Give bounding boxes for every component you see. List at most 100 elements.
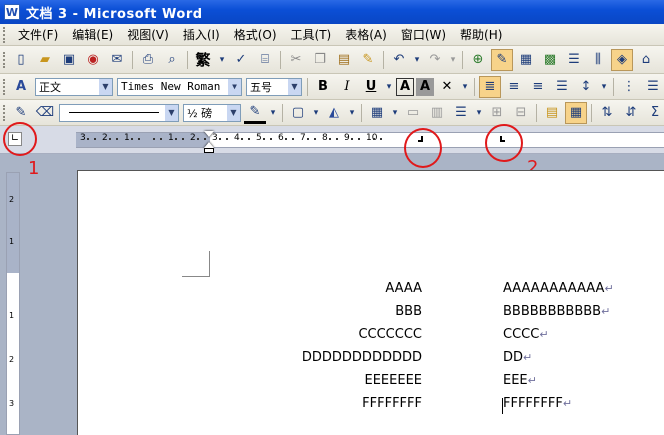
right-aligned-text[interactable]: BBB (395, 304, 422, 319)
line-style-dropdown[interactable]: ▼ (59, 103, 179, 122)
menu-format[interactable]: 格式(O) (227, 25, 284, 45)
table-autoformat-icon[interactable]: ▤ (541, 102, 563, 124)
left-aligned-text[interactable]: EEE↵ (503, 373, 537, 388)
border-color-dropdown-icon[interactable]: ▾ (268, 102, 278, 124)
shading-color-icon[interactable]: ◭ (323, 102, 345, 124)
document-page[interactable]: AAAA AAAAAAAAAAA↵ BBB BBBBBBBBBBB↵ CCCCC… (77, 170, 664, 435)
char-scale-dropdown-icon[interactable]: ▾ (460, 76, 470, 98)
line-spacing-icon[interactable]: ↕ (575, 76, 597, 98)
chevron-down-icon[interactable]: ▼ (99, 78, 112, 95)
bullets-icon[interactable]: ☰ (642, 76, 664, 98)
paste-icon[interactable]: ▤ (333, 49, 355, 71)
menu-window[interactable]: 窗口(W) (394, 25, 453, 45)
toolbar-grip[interactable] (3, 104, 5, 121)
distribute-columns-icon[interactable]: ⊟ (510, 102, 532, 124)
right-aligned-text[interactable]: FFFFFFFF (362, 396, 422, 411)
insert-table-icon[interactable]: ▦ (515, 49, 537, 71)
right-aligned-text[interactable]: DDDDDDDDDDDD (302, 350, 422, 365)
left-aligned-text[interactable]: AAAAAAAAAAA↵ (503, 281, 614, 296)
sort-ascending-icon[interactable]: ⇅ (596, 102, 618, 124)
print-icon[interactable]: ⎙ (137, 49, 159, 71)
distributed-align-icon[interactable]: ☰ (551, 76, 573, 98)
drawing-icon[interactable]: ⫼ (587, 49, 609, 71)
show-gridlines-icon[interactable]: ▦ (565, 101, 587, 124)
underline-button[interactable]: U (360, 76, 382, 98)
chevron-down-icon[interactable]: ▼ (227, 104, 240, 121)
toolbar-grip[interactable] (3, 78, 5, 95)
redo-dropdown-icon[interactable]: ▾ (448, 49, 458, 71)
document-map-icon[interactable]: ◈ (611, 48, 633, 71)
word-app-icon[interactable]: W (4, 4, 20, 20)
left-aligned-text[interactable]: DD↵ (503, 350, 532, 365)
char-border-button[interactable]: A (396, 77, 414, 96)
distribute-rows-icon[interactable]: ⊞ (486, 102, 508, 124)
format-painter-icon[interactable]: ✎ (357, 49, 379, 71)
horizontal-ruler[interactable]: 3 2 1 1 2 3 4 5 6 7 8 9 10 (0, 126, 664, 154)
chevron-down-icon[interactable]: ▼ (228, 78, 241, 95)
open-folder-icon[interactable]: ▰ (34, 49, 56, 71)
autosum-icon[interactable]: Σ (644, 102, 664, 124)
bold-button[interactable]: B (312, 76, 334, 98)
merge-cells-icon[interactable]: ▭ (402, 102, 424, 124)
char-shading-button[interactable]: A (416, 77, 434, 96)
draw-table-icon[interactable]: ✎ (10, 102, 32, 124)
menu-edit[interactable]: 编辑(E) (65, 25, 120, 45)
columns-icon[interactable]: ☰ (563, 49, 585, 71)
new-document-icon[interactable]: ▯ (10, 49, 32, 71)
show-hide-icon[interactable]: ⌂ (635, 49, 657, 71)
justify-button[interactable]: ≣ (479, 75, 501, 98)
left-aligned-text[interactable]: BBBBBBBBBBB↵ (503, 304, 610, 319)
chevron-down-icon[interactable]: ▼ (165, 104, 178, 121)
align-right-icon[interactable]: ≡ (527, 76, 549, 98)
print-preview-icon[interactable]: ⌕ (161, 49, 183, 71)
copy-icon[interactable]: ❐ (309, 49, 331, 71)
undo-dropdown-icon[interactable]: ▾ (412, 49, 422, 71)
font-dropdown[interactable]: Times New Roman ▼ (117, 77, 242, 96)
align-cell-dropdown-icon[interactable]: ▾ (474, 102, 484, 124)
redo-icon[interactable]: ↷ (424, 49, 446, 71)
vertical-ruler[interactable]: 2 1 1 2 3 (6, 172, 20, 435)
cut-icon[interactable]: ✂ (285, 49, 307, 71)
paragraph-marks-icon[interactable]: ¶ (659, 49, 664, 71)
research-icon[interactable]: ⌸ (254, 49, 276, 71)
italic-button[interactable]: I (336, 76, 358, 98)
border-color-icon[interactable]: ✎ (244, 102, 266, 124)
right-aligned-text[interactable]: CCCCCCC (358, 327, 422, 342)
menu-view[interactable]: 视图(V) (120, 25, 176, 45)
outside-border-icon[interactable]: ▢ (287, 102, 309, 124)
style-dropdown[interactable]: 正文 ▼ (35, 77, 113, 96)
chevron-down-icon[interactable]: ▼ (288, 78, 301, 95)
toolbar-grip[interactable] (3, 51, 5, 68)
insert-table-button-icon[interactable]: ▦ (366, 102, 388, 124)
toolbar-grip[interactable] (3, 26, 7, 43)
insert-excel-icon[interactable]: ▩ (539, 49, 561, 71)
border-dropdown-icon[interactable]: ▾ (311, 102, 321, 124)
eraser-icon[interactable]: ⌫ (34, 102, 56, 124)
menu-insert[interactable]: 插入(I) (176, 25, 227, 45)
hyperlink-icon[interactable]: ⊕ (467, 49, 489, 71)
align-center-icon[interactable]: ≡ (503, 76, 525, 98)
styles-pane-icon[interactable]: A (10, 76, 32, 98)
right-aligned-text[interactable]: AAAA (385, 281, 422, 296)
menu-table[interactable]: 表格(A) (338, 25, 394, 45)
left-indent-marker[interactable] (204, 148, 214, 153)
email-icon[interactable]: ✉ (106, 49, 128, 71)
font-size-dropdown[interactable]: 五号 ▼ (246, 77, 302, 96)
left-aligned-text[interactable]: CCCC↵ (503, 327, 549, 342)
right-aligned-text[interactable]: EEEEEEE (365, 373, 423, 388)
menu-tools[interactable]: 工具(T) (284, 25, 339, 45)
menu-help[interactable]: 帮助(H) (453, 25, 509, 45)
sort-descending-icon[interactable]: ⇵ (620, 102, 642, 124)
menu-file[interactable]: 文件(F) (11, 25, 65, 45)
shading-dropdown-icon[interactable]: ▾ (347, 102, 357, 124)
tables-borders-icon[interactable]: ✎ (491, 48, 513, 71)
align-cell-icon[interactable]: ☰ (450, 102, 472, 124)
underline-dropdown-icon[interactable]: ▾ (384, 76, 394, 98)
spelling-icon[interactable]: ▾ (216, 49, 228, 71)
spell-check-icon[interactable]: ✓ (230, 49, 252, 71)
permission-icon[interactable]: ◉ (82, 49, 104, 71)
insert-table-dropdown-icon[interactable]: ▾ (390, 102, 400, 124)
line-weight-dropdown[interactable]: ½ 磅 ▼ (183, 103, 241, 122)
line-spacing-dropdown-icon[interactable]: ▾ (599, 76, 609, 98)
numbering-icon[interactable]: ⋮ (618, 76, 640, 98)
